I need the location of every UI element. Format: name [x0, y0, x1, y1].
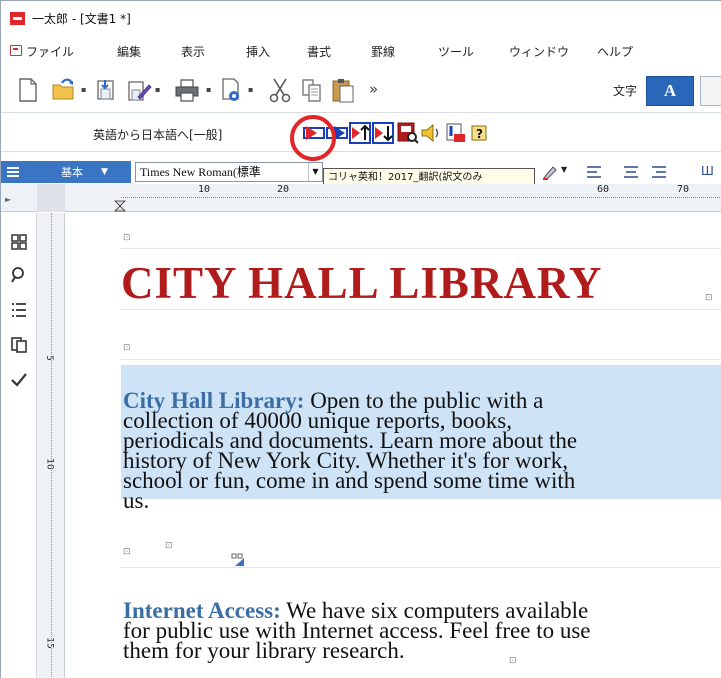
style-selector[interactable]: 基本 ▼	[1, 161, 131, 183]
search-icon[interactable]	[10, 266, 28, 284]
ruler-toggle-icon[interactable]: ►	[5, 195, 11, 204]
print-icon[interactable]	[174, 77, 200, 103]
translate-above-icon[interactable]	[349, 122, 371, 144]
menu-file[interactable]: ファイル	[26, 43, 74, 60]
ruler-ticks	[121, 197, 721, 198]
clipboard-icon[interactable]	[10, 335, 28, 353]
vruler-ticks	[51, 213, 52, 678]
open-file-dropdown-icon[interactable]: ▪	[81, 85, 86, 94]
document-page[interactable]: ⊡ CITY HALL LIBRARY ⊡ ⊡ City Hall Librar…	[65, 213, 721, 678]
ruler-mark-10: 10	[198, 184, 211, 195]
svg-text:?: ?	[476, 127, 483, 141]
dictionary-lookup-icon[interactable]	[397, 122, 419, 144]
print-dropdown-icon[interactable]: ▪	[206, 85, 211, 94]
vertical-ruler[interactable]: 5 10 15	[37, 213, 65, 678]
menu-lines-icon	[7, 167, 19, 177]
chevron-down-icon: ▼	[101, 167, 108, 177]
paragraph-1-line: school or fun, come in and spend some ti…	[123, 468, 576, 493]
save-as-icon[interactable]	[126, 77, 152, 103]
paragraph-mark-icon: ⊡	[705, 293, 713, 303]
paragraph-mark-icon: ⊡	[123, 343, 131, 353]
menu-window[interactable]: ウィンドウ	[509, 43, 569, 60]
print-settings-dropdown-icon[interactable]: ▪	[248, 85, 253, 94]
title-bar: 一太郎 - [文書1 *]	[1, 1, 721, 35]
highlighter-dropdown-icon[interactable]: ▼	[561, 165, 567, 174]
vruler-mark-10: 10	[44, 458, 55, 470]
tooltip-line-1: コリャ英和！2017_翻訳(訳文のみ	[328, 172, 483, 183]
vruler-mark-15: 15	[44, 637, 55, 649]
menu-ruled-lines[interactable]: 罫線	[371, 43, 395, 60]
ruler-corner	[37, 184, 65, 212]
window-title: 一太郎 - [文書1 *]	[32, 11, 131, 26]
cut-icon[interactable]	[267, 77, 293, 103]
print-settings-icon[interactable]	[218, 77, 244, 103]
translation-toolbar: 英語から日本語へ[一般] ?	[1, 114, 721, 152]
paragraph-mark-icon: ⊡	[509, 656, 517, 666]
document-title[interactable]: CITY HALL LIBRARY	[121, 257, 602, 309]
speech-icon[interactable]	[419, 122, 441, 144]
distribute-icon[interactable]: Ш	[701, 164, 714, 178]
text-style-button[interactable]: A	[646, 76, 694, 106]
image-anchor-icon[interactable]	[231, 553, 245, 567]
horizontal-ruler[interactable]: ► 10 20 60 70	[1, 184, 721, 212]
menu-view[interactable]: 表示	[181, 43, 205, 60]
paragraph-1-line: us.	[123, 488, 150, 513]
translation-direction-label[interactable]: 英語から日本語へ[一般]	[93, 126, 222, 143]
ruler-mark-70: 70	[677, 184, 690, 195]
paste-icon[interactable]	[330, 77, 356, 103]
thumbnail-grid-icon[interactable]	[10, 233, 28, 251]
menu-help[interactable]: ヘルプ	[597, 43, 633, 60]
help-icon[interactable]: ?	[469, 122, 491, 144]
ruler-mark-20: 20	[277, 184, 290, 195]
standard-toolbar: ▪ ▪ ▪ ▪ » 文字 A	[1, 67, 721, 113]
new-document-icon[interactable]	[15, 77, 41, 103]
paragraph-mark-icon: ⊡	[165, 541, 173, 551]
menu-insert[interactable]: 挿入	[246, 43, 270, 60]
text-panel-label: 文字	[613, 84, 638, 98]
translate-below-icon[interactable]	[372, 122, 394, 144]
app-window: 一太郎 - [文書1 *] ファイル 編集 表示 挿入 書式 罫線 ツール ウィ…	[0, 0, 721, 678]
copy-icon[interactable]	[299, 77, 325, 103]
text-style-button-2[interactable]	[700, 76, 721, 106]
paragraph-1[interactable]: City Hall Library: Open to the public wi…	[123, 389, 577, 513]
checkmark-icon[interactable]	[10, 371, 28, 389]
left-sidebar	[1, 213, 37, 678]
align-left-icon[interactable]	[586, 165, 602, 179]
highlighter-icon[interactable]	[541, 163, 559, 181]
paragraph-mark-icon: ⊡	[123, 233, 131, 243]
line-rule	[121, 567, 721, 568]
font-name-field[interactable]: Times New Roman(標準 ▼	[135, 162, 323, 182]
ichitaro-logo-icon	[10, 11, 25, 25]
line-rule	[121, 309, 721, 310]
align-right-icon[interactable]	[651, 165, 667, 179]
open-file-icon[interactable]	[51, 77, 77, 103]
paragraph-2[interactable]: Internet Access: We have six computers a…	[123, 599, 591, 663]
font-dropdown-icon[interactable]: ▼	[308, 163, 322, 181]
menu-edit[interactable]: 編集	[117, 43, 141, 60]
paragraph-mark-icon: ⊡	[123, 547, 131, 557]
line-rule	[121, 359, 721, 360]
user-dictionary-icon[interactable]	[445, 122, 467, 144]
save-dropdown-icon[interactable]: ▪	[155, 85, 160, 94]
menu-bar: ファイル 編集 表示 挿入 書式 罫線 ツール ウィンドウ ヘルプ	[1, 39, 721, 63]
menu-format[interactable]: 書式	[307, 43, 331, 60]
ruler-mark-60: 60	[597, 184, 610, 195]
paragraph-2-line: them for your library research.	[123, 638, 405, 663]
font-name-value: Times New Roman(標準	[140, 165, 261, 179]
menu-tools[interactable]: ツール	[438, 43, 474, 60]
vruler-mark-5: 5	[43, 355, 54, 361]
indent-marker-icon[interactable]	[114, 200, 126, 212]
toolbar-more-button[interactable]: »	[369, 80, 378, 98]
line-rule	[121, 248, 721, 249]
outline-list-icon[interactable]	[10, 301, 28, 319]
align-center-icon[interactable]	[623, 165, 639, 179]
style-name: 基本	[61, 166, 83, 179]
highlight-circle-annotation	[290, 115, 336, 161]
save-icon[interactable]	[93, 77, 119, 103]
